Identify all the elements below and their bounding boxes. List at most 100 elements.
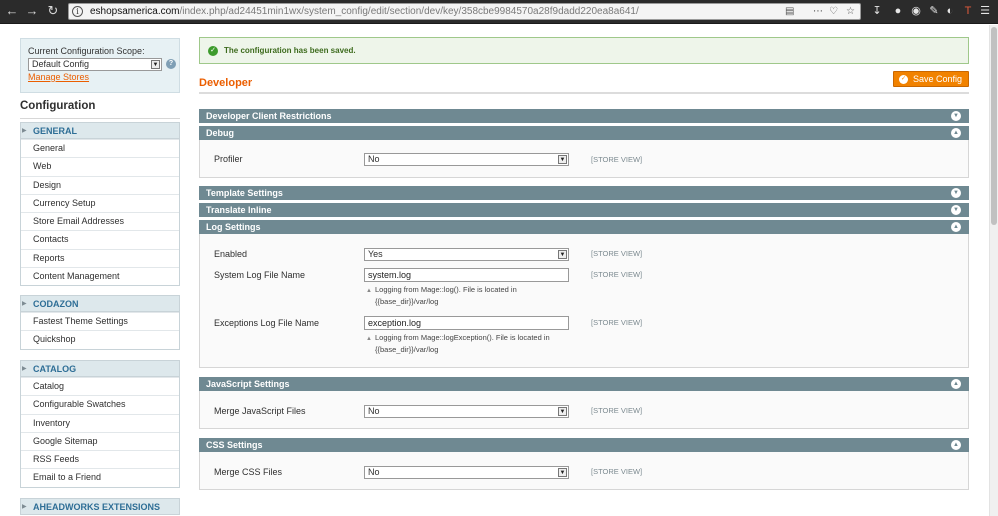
merge-js-select-value: No	[368, 406, 380, 416]
page-actions-icon[interactable]: ⋯	[813, 6, 823, 18]
checkmark-icon: ✓	[208, 46, 218, 56]
sidebar-item-email-to-a-friend[interactable]: Email to a Friend	[21, 468, 179, 487]
merge-css-select[interactable]: No ▼	[364, 466, 569, 479]
scope-tag: [STORE VIEW]	[591, 155, 643, 164]
merge-js-label: Merge JavaScript Files	[214, 406, 306, 416]
chevron-up-icon[interactable]: ▲	[951, 222, 961, 232]
nav-group-header[interactable]: ▶ GENERAL	[21, 122, 179, 139]
color-picker-icon[interactable]: ✎	[927, 4, 941, 19]
divider	[199, 92, 969, 94]
reload-icon[interactable]: ↻	[45, 3, 61, 19]
profiler-select-value: No	[368, 154, 380, 164]
pocket-icon[interactable]: ♡	[829, 6, 838, 18]
sidebar-item-currency-setup[interactable]: Currency Setup	[21, 193, 179, 213]
save-config-button[interactable]: ✓ Save Config	[893, 71, 969, 87]
log-enabled-select[interactable]: Yes ▼	[364, 248, 569, 261]
nav-group-codazon: ▶ CODAZON Fastest Theme Settings Quicksh…	[20, 295, 180, 350]
chevron-down-icon: ▼	[558, 155, 567, 164]
scope-tag: [STORE VIEW]	[591, 270, 643, 279]
scope-switcher: Current Configuration Scope: Default Con…	[20, 38, 180, 93]
section-header-template-settings[interactable]: Template Settings ▼	[199, 186, 969, 200]
chevron-up-icon[interactable]: ▲	[951, 128, 961, 138]
cookie-icon[interactable]: ◐	[943, 4, 957, 19]
system-log-label: System Log File Name	[214, 270, 306, 280]
help-icon[interactable]: ?	[166, 59, 176, 69]
browser-toolbar: ← → ↻ i eshopsamerica.com/index.php/ad24…	[0, 0, 998, 24]
success-message: ✓ The configuration has been saved.	[199, 37, 969, 64]
merge-js-select[interactable]: No ▼	[364, 405, 569, 418]
section-title: Debug	[206, 128, 234, 138]
nav-group-title: CODAZON	[33, 299, 79, 309]
triangle-right-icon: ▶	[22, 366, 27, 372]
merge-css-label: Merge CSS Files	[214, 467, 283, 477]
manage-stores-link[interactable]: Manage Stores	[28, 72, 89, 82]
url-host: eshopsamerica.com	[90, 6, 180, 17]
sidebar-item-reports[interactable]: Reports	[21, 248, 179, 268]
nav-group-header[interactable]: ▶ AHEADWORKS EXTENSIONS	[21, 498, 179, 515]
chevron-down-icon[interactable]: ▼	[951, 111, 961, 121]
extension-t-icon[interactable]: T	[961, 4, 975, 19]
sidebar-item-rss-feeds[interactable]: RSS Feeds	[21, 450, 179, 469]
section-header-css-settings[interactable]: CSS Settings ▲	[199, 438, 969, 452]
section-header-javascript-settings[interactable]: JavaScript Settings ▲	[199, 377, 969, 391]
scrollbar-thumb[interactable]	[991, 27, 997, 225]
chevron-down-icon[interactable]: ▼	[951, 188, 961, 198]
sidebar-item-configurable-swatches[interactable]: Configurable Swatches	[21, 395, 179, 414]
section-title: Developer Client Restrictions	[206, 111, 332, 121]
bookmark-star-icon[interactable]: ☆	[846, 6, 855, 18]
sidebar-item-contacts[interactable]: Contacts	[21, 230, 179, 249]
triangle-right-icon: ▶	[22, 128, 27, 134]
sidebar-item-google-sitemap[interactable]: Google Sitemap	[21, 431, 179, 451]
sidebar-item-content-management[interactable]: Content Management	[21, 267, 179, 286]
log-enabled-label: Enabled	[214, 249, 248, 259]
nav-group-title: CATALOG	[33, 364, 77, 374]
forward-arrow-icon[interactable]: →	[24, 3, 40, 19]
section-body-debug: Profiler No ▼ [STORE VIEW]	[199, 140, 969, 178]
sidebar-item-store-email-addresses[interactable]: Store Email Addresses	[21, 212, 179, 231]
section-header-debug[interactable]: Debug ▲	[199, 126, 969, 140]
section-title: Translate Inline	[206, 205, 272, 215]
chevron-down-icon: ▼	[558, 250, 567, 259]
sidebar-item-inventory[interactable]: Inventory	[21, 413, 179, 432]
url-path: /index.php/ad24451min1wx/system_config/e…	[179, 6, 639, 17]
divider	[20, 118, 180, 119]
chevron-up-icon[interactable]: ▲	[951, 440, 961, 450]
scope-label: Current Configuration Scope:	[28, 46, 145, 56]
scope-select[interactable]: Default Config ▼	[28, 58, 162, 71]
system-log-input[interactable]: system.log	[364, 268, 569, 282]
merge-css-select-value: No	[368, 467, 380, 477]
menu-icon[interactable]: ☰	[978, 4, 992, 19]
triangle-right-icon: ▶	[22, 504, 27, 510]
nav-group-header[interactable]: ▶ CATALOG	[21, 360, 179, 377]
account-icon[interactable]: ●	[891, 4, 905, 19]
section-header-client-restrictions[interactable]: Developer Client Restrictions ▼	[199, 109, 969, 123]
nav-group-title: AHEADWORKS EXTENSIONS	[33, 502, 161, 512]
chevron-down-icon: ▼	[151, 60, 160, 69]
page-title: Developer	[199, 77, 253, 89]
downloads-icon[interactable]: ↧	[870, 4, 884, 19]
exceptions-log-input[interactable]: exception.log	[364, 316, 569, 330]
sidebar: Current Configuration Scope: Default Con…	[20, 38, 180, 515]
checkmark-icon: ✓	[899, 75, 908, 84]
profiler-select[interactable]: No ▼	[364, 153, 569, 166]
scope-select-value: Default Config	[32, 59, 90, 69]
sidebar-item-fastest-theme-settings[interactable]: Fastest Theme Settings	[21, 312, 179, 331]
section-header-translate-inline[interactable]: Translate Inline ▼	[199, 203, 969, 217]
site-info-icon[interactable]: i	[72, 6, 83, 17]
sidebar-item-catalog[interactable]: Catalog	[21, 377, 179, 396]
scope-tag: [STORE VIEW]	[591, 406, 643, 415]
chevron-down-icon[interactable]: ▼	[951, 205, 961, 215]
nav-group-header[interactable]: ▶ CODAZON	[21, 295, 179, 312]
sidebar-item-web[interactable]: Web	[21, 157, 179, 176]
chevron-up-icon[interactable]: ▲	[951, 379, 961, 389]
section-header-log-settings[interactable]: Log Settings ▲	[199, 220, 969, 234]
address-bar[interactable]: i eshopsamerica.com/index.php/ad24451min…	[68, 3, 861, 20]
reader-view-icon[interactable]: ▤	[785, 6, 794, 18]
sidebar-item-quickshop[interactable]: Quickshop	[21, 330, 179, 349]
sidebar-item-general[interactable]: General	[21, 139, 179, 158]
sidebar-item-design[interactable]: Design	[21, 175, 179, 194]
triangle-right-icon: ▶	[22, 301, 27, 307]
extension-icon[interactable]: ◉	[909, 4, 923, 19]
back-arrow-icon[interactable]: ←	[4, 3, 20, 19]
section-body-javascript-settings: Merge JavaScript Files No ▼ [STORE VIEW]	[199, 391, 969, 429]
